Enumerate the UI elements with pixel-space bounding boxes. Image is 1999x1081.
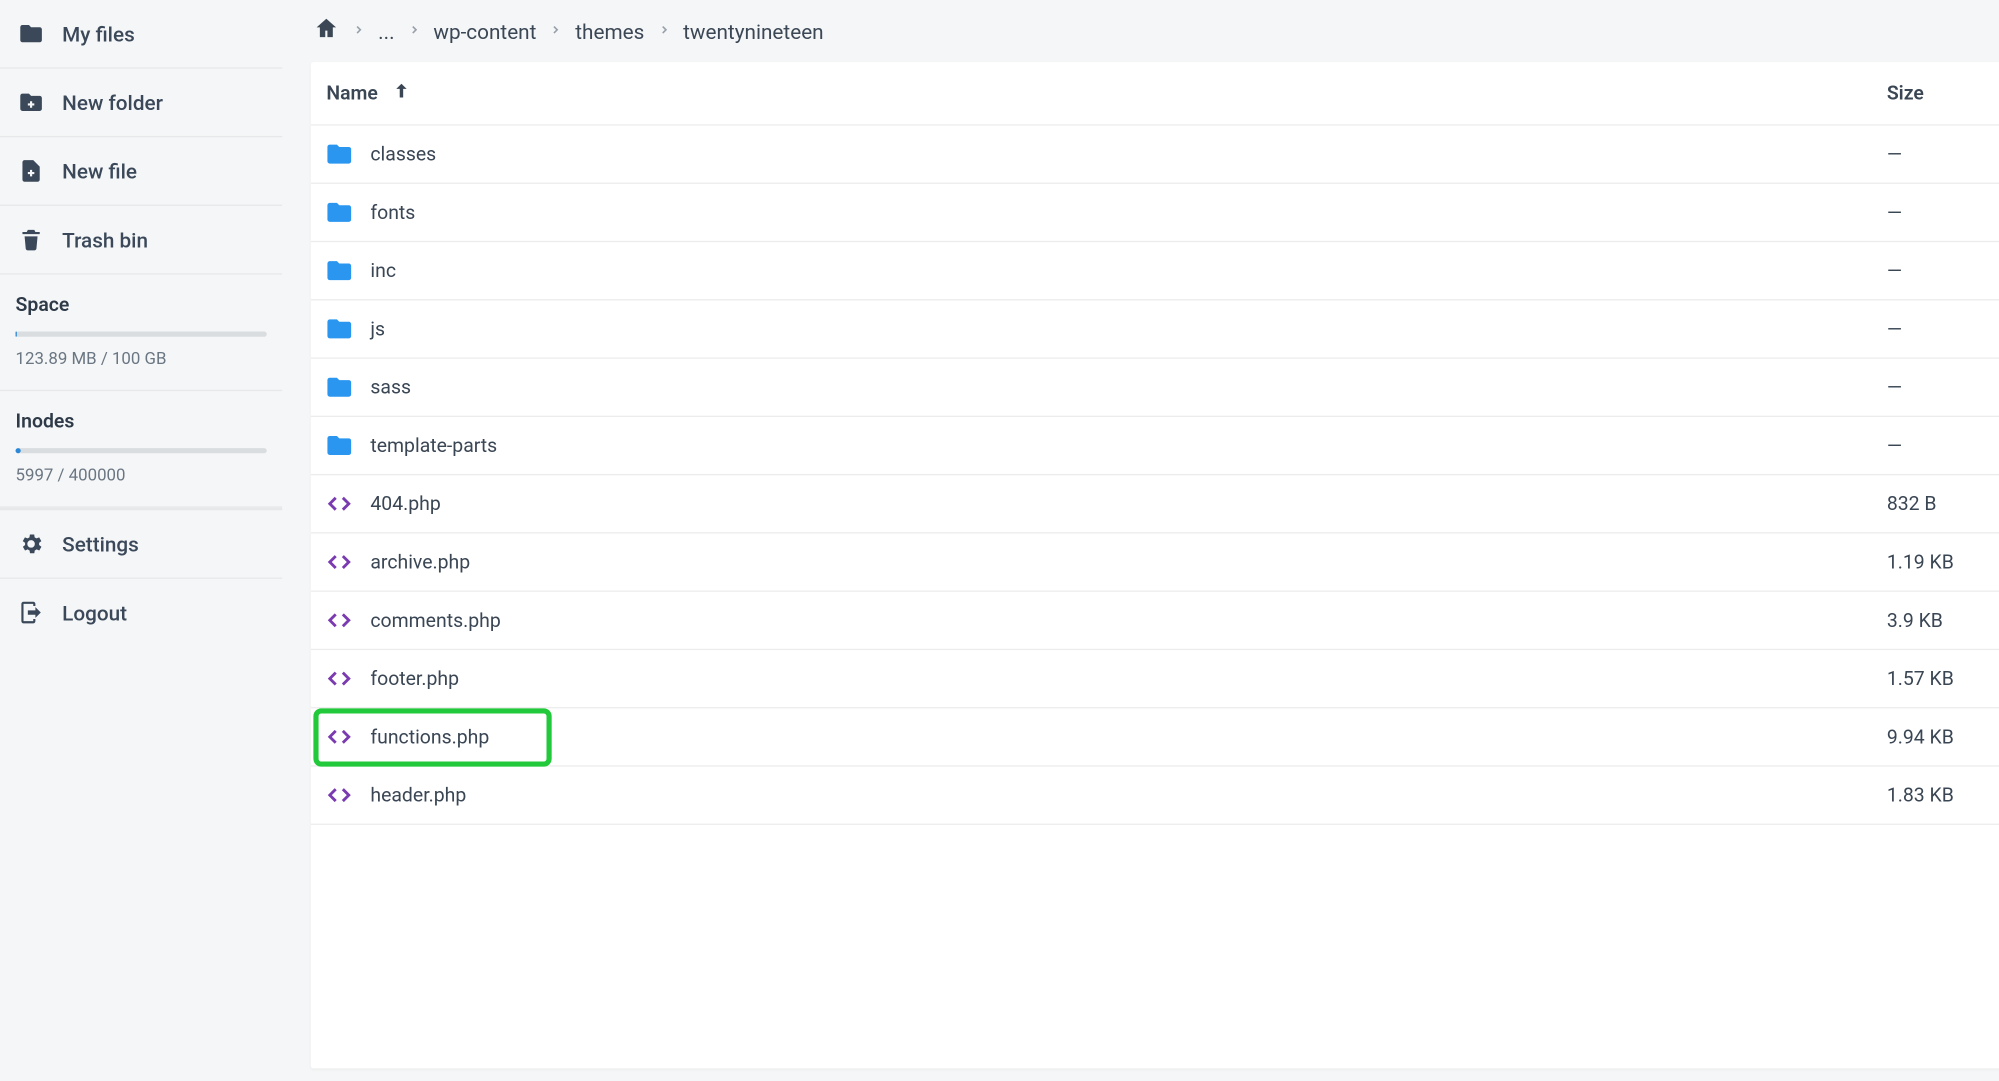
file-row[interactable]: archive.php1.19 KB3 years ago-rw-r--r-- xyxy=(311,534,1999,592)
column-header-size[interactable]: Size xyxy=(1887,82,1999,105)
breadcrumb-ellipsis[interactable]: ... xyxy=(378,19,394,44)
sort-asc-icon xyxy=(391,80,412,106)
folder-icon xyxy=(311,427,368,463)
chevron-right-icon xyxy=(549,21,562,42)
folder-icon xyxy=(18,21,44,47)
folder-icon xyxy=(311,253,368,289)
folder-icon xyxy=(311,311,368,347)
sidebar-item-new-file[interactable]: New file xyxy=(0,137,282,206)
code-icon xyxy=(311,660,368,696)
sidebar-item-label: My files xyxy=(62,21,135,46)
file-name: classes xyxy=(368,142,1887,165)
inodes-section: Inodes 5997 / 400000 xyxy=(0,391,282,508)
file-name: template-parts xyxy=(368,434,1887,457)
file-row[interactable]: fonts—3 years agodrwxr-xr-x xyxy=(311,184,1999,242)
file-plus-icon xyxy=(18,158,44,184)
file-list: Name Size Last modified classes—3 years … xyxy=(311,62,1999,1068)
space-section: Space 123.89 MB / 100 GB xyxy=(0,275,282,392)
file-size: — xyxy=(1887,201,1999,224)
sidebar-item-label: New folder xyxy=(62,90,163,115)
main: ... wp-content themes twentynineteen Nam… xyxy=(282,0,1999,1081)
code-icon xyxy=(311,486,368,522)
chevron-right-icon xyxy=(657,21,670,42)
file-size: 1.19 KB xyxy=(1887,550,1999,573)
breadcrumb-current[interactable]: twentynineteen xyxy=(683,19,823,44)
file-row[interactable]: js—3 years agodrwxr-xr-x xyxy=(311,300,1999,358)
code-icon xyxy=(311,544,368,580)
sidebar: My files New folder New file Trash bin S… xyxy=(0,0,282,1081)
file-size: 1.83 KB xyxy=(1887,783,1999,806)
file-row[interactable]: inc—3 years agodrwxr-xr-x xyxy=(311,242,1999,300)
sidebar-bottom: Settings Logout xyxy=(0,508,282,647)
sidebar-item-label: Logout xyxy=(62,600,127,625)
file-name: functions.php xyxy=(368,725,1887,748)
sidebar-item-label: New file xyxy=(62,159,137,184)
file-row[interactable]: classes—3 years agodrwxr-xr-x xyxy=(311,126,1999,184)
inodes-progress xyxy=(16,448,267,453)
breadcrumb-item[interactable]: wp-content xyxy=(433,19,536,44)
file-name: sass xyxy=(368,376,1887,399)
space-title: Space xyxy=(16,293,267,316)
space-progress-fill xyxy=(16,332,17,337)
sidebar-item-label: Trash bin xyxy=(62,227,148,252)
file-size: 9.94 KB xyxy=(1887,725,1999,748)
home-icon[interactable] xyxy=(313,16,339,47)
sidebar-item-logout[interactable]: Logout xyxy=(0,578,282,647)
file-size: 1.57 KB xyxy=(1887,667,1999,690)
file-size: — xyxy=(1887,317,1999,340)
file-name: footer.php xyxy=(368,667,1887,690)
file-row[interactable]: header.php1.83 KB3 years ago-rw-r--r-- xyxy=(311,767,1999,825)
file-size: — xyxy=(1887,259,1999,282)
chevron-right-icon xyxy=(407,21,420,42)
code-icon xyxy=(311,777,368,813)
folder-icon xyxy=(311,194,368,230)
file-row[interactable]: template-parts—3 years agodrwxr-xr-x xyxy=(311,417,1999,475)
sidebar-item-settings[interactable]: Settings xyxy=(0,509,282,578)
file-name: comments.php xyxy=(368,609,1887,632)
gear-icon xyxy=(18,531,44,557)
file-size: 3.9 KB xyxy=(1887,609,1999,632)
folder-plus-icon xyxy=(18,89,44,115)
space-progress xyxy=(16,332,267,337)
trash-icon xyxy=(18,227,44,253)
file-row[interactable]: sass—3 years agodrwxr-xr-x xyxy=(311,359,1999,417)
file-size: 832 B xyxy=(1887,492,1999,515)
file-row[interactable]: comments.php3.9 KB3 years ago-rw-r--r-- xyxy=(311,592,1999,650)
column-header-name-label: Name xyxy=(326,82,378,105)
sidebar-item-trash[interactable]: Trash bin xyxy=(0,206,282,275)
space-text: 123.89 MB / 100 GB xyxy=(16,350,267,385)
sidebar-item-label: Settings xyxy=(62,532,139,557)
file-list-header: Name Size Last modified xyxy=(311,62,1999,125)
folder-icon xyxy=(311,136,368,172)
file-name: header.php xyxy=(368,783,1887,806)
sidebar-item-my-files[interactable]: My files xyxy=(0,0,282,69)
code-icon xyxy=(311,719,368,755)
sidebar-item-new-folder[interactable]: New folder xyxy=(0,69,282,138)
file-name: js xyxy=(368,317,1887,340)
file-name: 404.php xyxy=(368,492,1887,515)
breadcrumb: ... wp-content themes twentynineteen xyxy=(311,10,1999,62)
inodes-progress-fill xyxy=(16,448,21,453)
file-row[interactable]: 404.php832 B3 years ago-rw-r--r-- xyxy=(311,475,1999,533)
file-row[interactable]: functions.php9.94 KB3 years ago-rw-r--r-… xyxy=(311,708,1999,766)
file-name: archive.php xyxy=(368,550,1887,573)
file-name: fonts xyxy=(368,201,1887,224)
inodes-text: 5997 / 400000 xyxy=(16,466,267,501)
file-name: inc xyxy=(368,259,1887,282)
column-header-name[interactable]: Name xyxy=(311,80,1887,106)
logout-icon xyxy=(18,600,44,626)
code-icon xyxy=(311,602,368,638)
file-size: — xyxy=(1887,142,1999,165)
inodes-title: Inodes xyxy=(16,409,267,432)
folder-icon xyxy=(311,369,368,405)
file-size: — xyxy=(1887,376,1999,399)
file-row[interactable]: footer.php1.57 KB3 years ago-rw-r--r-- xyxy=(311,650,1999,708)
breadcrumb-item[interactable]: themes xyxy=(575,19,644,44)
chevron-right-icon xyxy=(352,21,365,42)
file-size: — xyxy=(1887,434,1999,457)
